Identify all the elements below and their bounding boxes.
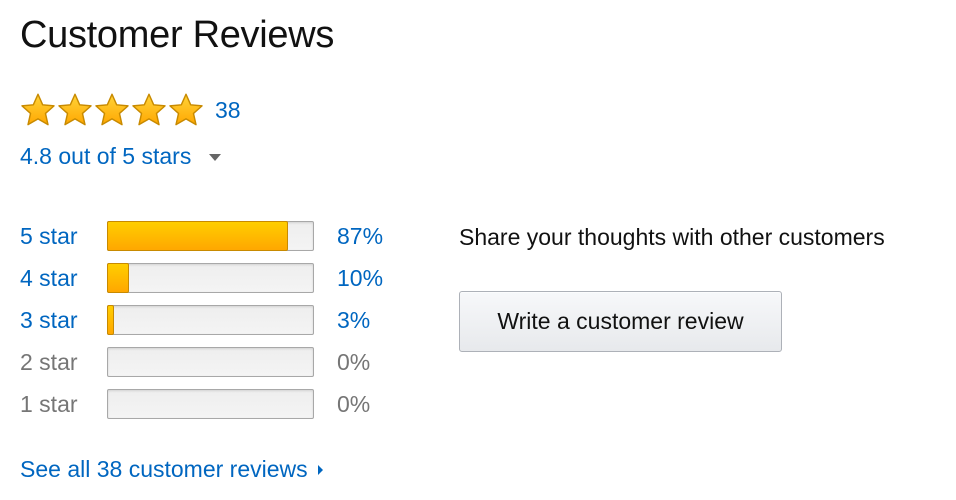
histogram-row: 1 star 0%	[20, 383, 383, 425]
histogram-percent-4-star[interactable]: 10%	[337, 265, 383, 292]
bar-fill	[107, 305, 114, 335]
histogram-percent-3-star[interactable]: 3%	[337, 307, 370, 334]
average-rating-dropdown[interactable]: 4.8 out of 5 stars	[20, 143, 222, 170]
star-full-icon	[21, 93, 55, 126]
histogram-row: 2 star 0%	[20, 341, 383, 383]
see-all-reviews-link[interactable]: See all 38 customer reviews	[20, 456, 323, 483]
histogram-bar-2-star	[107, 347, 314, 377]
bar-fill	[107, 221, 288, 251]
histogram-percent-2-star: 0%	[337, 348, 371, 375]
histogram-bar-4-star[interactable]	[107, 263, 314, 293]
rating-histogram: 5 star 87% 4 star 10% 3 star 3% 2 star 0…	[20, 215, 383, 425]
review-count-link[interactable]: 38	[215, 97, 241, 124]
write-review-button[interactable]: Write a customer review	[459, 291, 782, 352]
star-rating[interactable]	[20, 92, 205, 128]
bar-fill	[107, 263, 129, 293]
histogram-percent-1-star: 0%	[337, 390, 371, 417]
average-rating-text: 4.8 out of 5 stars	[20, 143, 192, 169]
histogram-bar-5-star[interactable]	[107, 221, 314, 251]
histogram-percent-5-star[interactable]: 87%	[337, 223, 383, 250]
histogram-row: 4 star 10%	[20, 257, 383, 299]
histogram-label-5-star[interactable]: 5 star	[20, 223, 107, 250]
histogram-label-4-star[interactable]: 4 star	[20, 265, 107, 292]
share-prompt: Share your thoughts with other customers	[459, 224, 885, 250]
star-full-icon	[58, 93, 92, 126]
histogram-label-3-star[interactable]: 3 star	[20, 307, 107, 334]
star-full-icon	[169, 93, 203, 126]
histogram-bar-3-star[interactable]	[107, 305, 314, 335]
see-all-reviews-label: See all 38 customer reviews	[20, 456, 308, 482]
star-rating-row: 38	[20, 92, 241, 128]
caret-right-icon	[317, 464, 323, 475]
histogram-bar-1-star	[107, 389, 314, 419]
histogram-row: 5 star 87%	[20, 215, 383, 257]
star-full-icon	[132, 93, 166, 126]
histogram-label-2-star: 2 star	[20, 348, 78, 375]
histogram-row: 3 star 3%	[20, 299, 383, 341]
caret-down-icon[interactable]	[209, 154, 222, 161]
page-title: Customer Reviews	[20, 14, 335, 56]
star-full-icon	[95, 93, 129, 126]
histogram-label-1-star: 1 star	[20, 390, 78, 417]
